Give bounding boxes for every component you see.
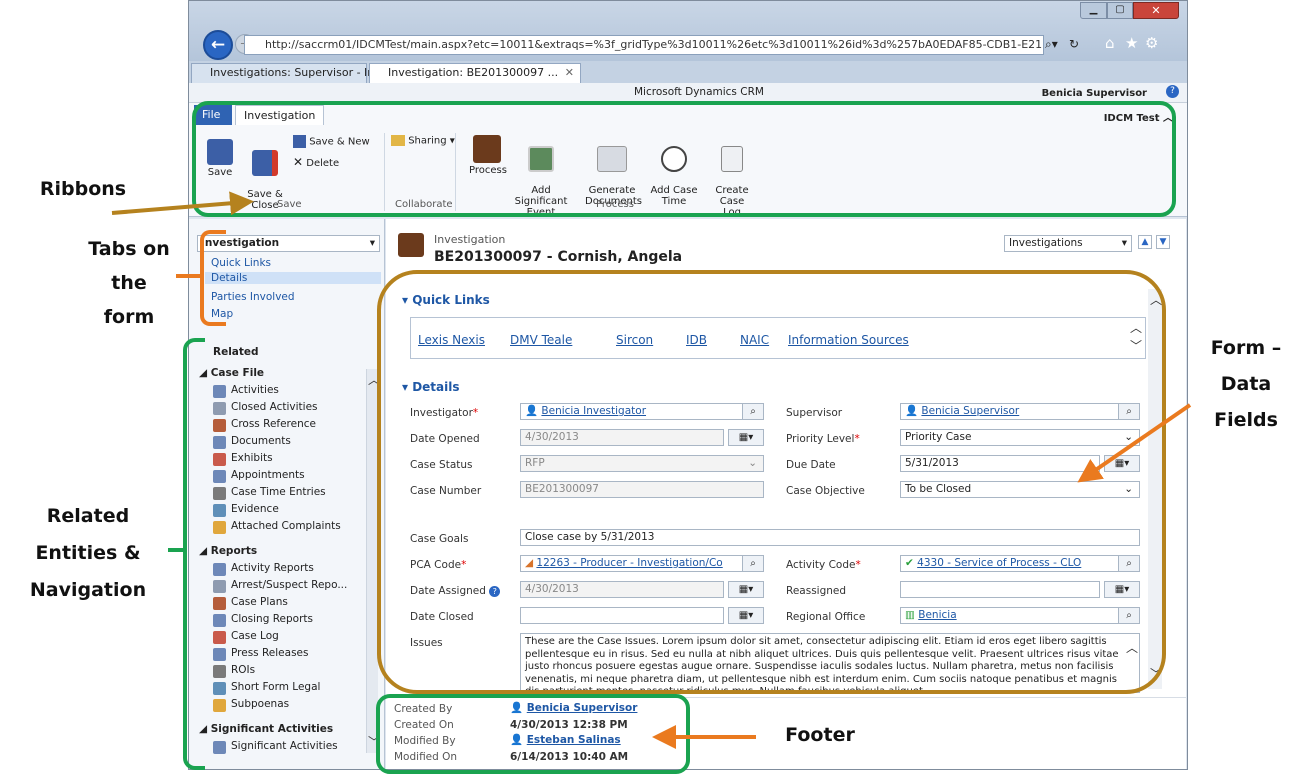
related-item-icon (213, 487, 226, 500)
related-section-header[interactable]: ◢ Case File (199, 367, 264, 379)
tab-label: Investigation: BE201300097 ... (388, 66, 559, 79)
help-icon[interactable]: ? (1166, 85, 1179, 98)
annotation-form-data: Form – Data Fields (1196, 330, 1296, 438)
related-item-icon (213, 385, 226, 398)
related-item[interactable]: ROIs (231, 664, 255, 676)
related-item[interactable]: Cross Reference (231, 418, 316, 430)
form-data-highlight (377, 270, 1166, 694)
related-item-icon (213, 580, 226, 593)
related-item[interactable]: Closing Reports (231, 613, 313, 625)
refresh-icon[interactable]: ↻ (1069, 37, 1079, 51)
related-item[interactable]: Documents (231, 435, 291, 447)
address-bar[interactable]: http://saccrm01/IDCMTest/main.aspx?etc=1… (244, 35, 1044, 55)
browser-tab-1[interactable]: Investigations: Supervisor - Inv... (191, 63, 390, 83)
annotation-tabs: Tabs on the form (70, 232, 188, 334)
favorites-icon[interactable]: ★ (1125, 34, 1138, 52)
view-select-value: Investigations (1009, 237, 1083, 249)
annotation-footer: Footer (785, 724, 855, 746)
entity-briefcase-icon (398, 233, 424, 257)
related-item-icon (213, 631, 226, 644)
related-item-icon (213, 648, 226, 661)
user-name[interactable]: Benicia Supervisor (1042, 88, 1147, 99)
url-text: http://saccrm01/IDCMTest/main.aspx?etc=1… (265, 38, 1044, 51)
related-item-icon (213, 453, 226, 466)
related-item[interactable]: Significant Activities (231, 740, 338, 752)
related-item-icon (213, 614, 226, 627)
close-window-button[interactable]: ✕ (1133, 2, 1179, 19)
chevron-down-icon: ▾ (1121, 237, 1127, 249)
related-item-icon (213, 699, 226, 712)
related-item[interactable]: Subpoenas (231, 698, 289, 710)
related-item-icon (213, 665, 226, 678)
annotation-text: Form – Data Fields (1210, 337, 1282, 431)
related-section-header[interactable]: ◢ Significant Activities (199, 723, 333, 735)
next-record-icon[interactable]: ▼ (1156, 235, 1170, 249)
related-item-icon (213, 597, 226, 610)
view-select[interactable]: Investigations ▾ (1004, 235, 1132, 252)
related-item-icon (213, 741, 226, 754)
record-title: BE201300097 - Cornish, Angela (434, 249, 683, 265)
related-heading: Related (213, 346, 259, 358)
browser-tab-2[interactable]: Investigation: BE201300097 ... ✕ (369, 63, 581, 83)
app-title: Microsoft Dynamics CRM (634, 86, 764, 98)
previous-record-icon[interactable]: ▲ (1138, 235, 1152, 249)
related-item-icon (213, 419, 226, 432)
related-item[interactable]: Activities (231, 384, 279, 396)
annotation-text: Tabs on the form (88, 238, 170, 328)
related-item-icon (213, 402, 226, 415)
annotation-text: Related Entities & Navigation (29, 505, 147, 601)
chevron-down-icon: ▾ (369, 237, 375, 249)
minimize-button[interactable]: ▁ (1080, 2, 1107, 19)
related-item[interactable]: Appointments (231, 469, 305, 481)
home-icon[interactable]: ⌂ (1105, 34, 1115, 52)
annotation-ribbons: Ribbons (39, 178, 127, 200)
related-item[interactable]: Exhibits (231, 452, 273, 464)
close-tab-icon[interactable]: ✕ (565, 64, 574, 82)
related-item[interactable]: Case Time Entries (231, 486, 326, 498)
settings-gear-icon[interactable]: ⚙ (1145, 34, 1158, 52)
related-item[interactable]: Attached Complaints (231, 520, 341, 532)
related-section-header[interactable]: ◢ Reports (199, 545, 257, 557)
related-item[interactable]: Closed Activities (231, 401, 318, 413)
related-item[interactable]: Activity Reports (231, 562, 314, 574)
back-button[interactable]: ← (203, 30, 233, 60)
tab-label: Investigations: Supervisor - Inv... (210, 66, 391, 79)
related-item[interactable]: Case Log (231, 630, 279, 642)
related-item[interactable]: Short Form Legal (231, 681, 320, 693)
related-highlight (183, 338, 205, 770)
related-item[interactable]: Evidence (231, 503, 279, 515)
related-item[interactable]: Arrest/Suspect Repo... (231, 579, 347, 591)
search-icon[interactable]: ⌕▾ (1045, 37, 1058, 52)
footer-highlight (376, 694, 690, 774)
maximize-button[interactable]: ▢ (1107, 2, 1133, 19)
tabs-highlight (200, 230, 226, 326)
related-item[interactable]: Case Plans (231, 596, 288, 608)
window-controls: ▁ ▢ ✕ (1080, 2, 1184, 20)
related-item-icon (213, 504, 226, 517)
nav-tab-details[interactable]: Details (205, 272, 381, 284)
entity-type-label: Investigation (434, 233, 506, 246)
crm-header-bar: Microsoft Dynamics CRM Benicia Superviso… (189, 83, 1187, 103)
related-item-icon (213, 563, 226, 576)
annotation-related: Related Entities & Navigation (0, 498, 176, 609)
related-item-icon (213, 682, 226, 695)
ribbon-highlight (192, 101, 1176, 217)
related-item-icon (213, 521, 226, 534)
related-item-icon (213, 436, 226, 449)
related-item-icon (213, 470, 226, 483)
related-item[interactable]: Press Releases (231, 647, 308, 659)
